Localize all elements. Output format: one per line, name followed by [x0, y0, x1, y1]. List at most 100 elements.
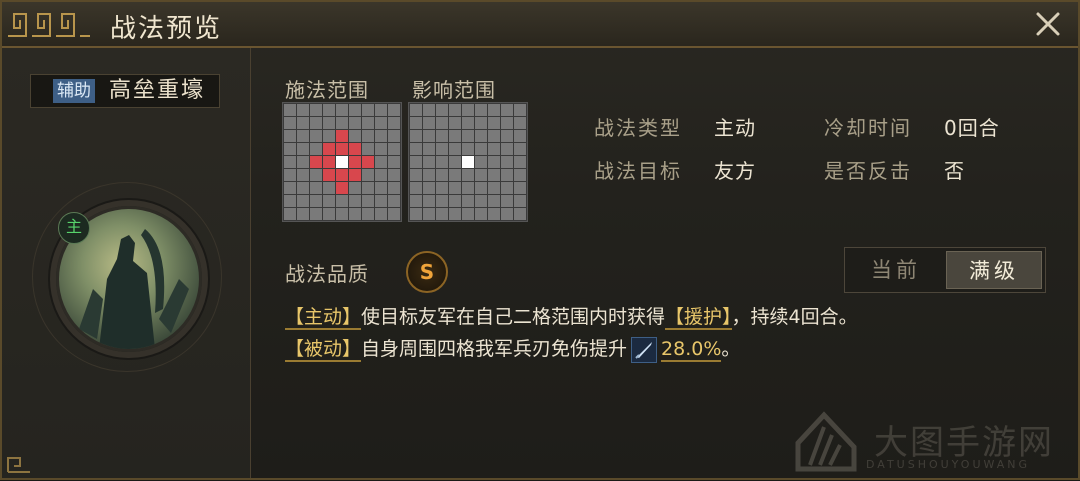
grid-cell: [488, 195, 500, 207]
cast-range-label: 施法范围: [285, 78, 369, 102]
grid-cell: [297, 117, 309, 129]
grid-cell: [488, 117, 500, 129]
grid-cell: [284, 169, 296, 181]
grid-cell: [388, 117, 400, 129]
grid-cell: [375, 117, 387, 129]
grid-cell: [410, 104, 422, 116]
grid-cell: [362, 130, 374, 142]
grid-cell: [410, 130, 422, 142]
grid-cell: [436, 130, 448, 142]
grid-cell: [501, 156, 513, 168]
grid-range-cell: [310, 156, 322, 168]
grid-range-cell: [336, 169, 348, 181]
skill-name: 高垒重壕: [109, 78, 206, 103]
grid-cell: [501, 182, 513, 194]
active-tag: 【主动】: [285, 306, 362, 330]
grid-cell: [410, 156, 422, 168]
grid-cell: [501, 143, 513, 155]
grid-range-cell: [323, 143, 335, 155]
grid-cell: [462, 195, 474, 207]
grid-cell: [323, 208, 335, 220]
grid-cell: [501, 130, 513, 142]
grid-cell: [475, 208, 487, 220]
grid-range-cell: [336, 130, 348, 142]
grid-cell: [436, 143, 448, 155]
grid-cell: [349, 182, 361, 194]
grid-cell: [462, 104, 474, 116]
quality-label: 战法品质: [285, 262, 369, 286]
grid-range-cell: [349, 169, 361, 181]
grid-cell: [310, 143, 322, 155]
counter-value: 否: [944, 159, 965, 183]
grid-cell: [475, 195, 487, 207]
type-value: 主动: [714, 116, 756, 140]
grid-cell: [388, 182, 400, 194]
grid-cell: [323, 130, 335, 142]
level-toggle: 当前 满级: [844, 247, 1046, 293]
sword-icon: [631, 336, 658, 363]
grid-cell: [362, 143, 374, 155]
grid-cell: [375, 156, 387, 168]
grid-cell: [349, 208, 361, 220]
grid-cell: [323, 182, 335, 194]
grid-cell: [297, 130, 309, 142]
grid-cell: [297, 169, 309, 181]
grid-cell: [514, 130, 526, 142]
grid-cell: [388, 130, 400, 142]
grid-cell: [375, 182, 387, 194]
close-icon[interactable]: [1032, 8, 1064, 40]
grid-cell: [336, 104, 348, 116]
grid-cell: [297, 195, 309, 207]
grid-cell: [388, 208, 400, 220]
grid-cell: [423, 104, 435, 116]
title-bar: 战法预览: [2, 2, 1078, 48]
grid-cell: [514, 156, 526, 168]
buff-tag[interactable]: 【援护】: [665, 306, 732, 330]
grid-cell: [310, 117, 322, 129]
cooldown-value: 0回合: [944, 116, 1000, 140]
window-title: 战法预览: [110, 14, 223, 44]
grid-cell: [310, 169, 322, 181]
grid-cell: [375, 169, 387, 181]
grid-cell: [514, 195, 526, 207]
grid-cell: [284, 195, 296, 207]
house-logo-icon: [795, 411, 857, 472]
grid-cell: [310, 208, 322, 220]
skill-name-tag: 辅助 高垒重壕: [30, 74, 220, 108]
grid-cell: [475, 169, 487, 181]
grid-cell: [410, 182, 422, 194]
grid-cell: [388, 143, 400, 155]
grid-cell: [375, 130, 387, 142]
grid-cell: [362, 104, 374, 116]
grid-cell: [410, 169, 422, 181]
watermark: 大图手游网 DATUSHOUYOUWANG: [792, 407, 1072, 477]
grid-cell: [449, 182, 461, 194]
grid-cell: [323, 195, 335, 207]
tab-current-level[interactable]: 当前: [848, 251, 944, 289]
grid-cell: [297, 182, 309, 194]
grid-cell: [423, 208, 435, 220]
grid-cell: [310, 130, 322, 142]
target-label: 战法目标: [594, 159, 682, 183]
grid-cell: [388, 169, 400, 181]
grid-cell: [310, 104, 322, 116]
target-value: 友方: [714, 159, 756, 183]
grid-range-cell: [349, 156, 361, 168]
grid-range-cell: [323, 156, 335, 168]
grid-cell: [297, 143, 309, 155]
skill-preview-panel: 战法预览 辅助 高垒重壕 主 施法范围 影响范围 战法类型 主动 冷却时间 0回…: [0, 0, 1080, 480]
grid-cell: [410, 208, 422, 220]
grid-cell: [362, 195, 374, 207]
tab-max-level[interactable]: 满级: [946, 251, 1042, 289]
grid-cell: [501, 104, 513, 116]
grid-cell: [362, 169, 374, 181]
grid-cell: [501, 169, 513, 181]
grid-cell: [449, 195, 461, 207]
grid-cell: [423, 117, 435, 129]
grid-cell: [284, 130, 296, 142]
description-line-active: 【主动】使目标友军在自己二格范围内时获得【援护】，持续4回合。: [285, 304, 858, 330]
grid-cell: [284, 156, 296, 168]
grid-cell: [436, 208, 448, 220]
grid-cell: [410, 117, 422, 129]
grid-cell: [423, 182, 435, 194]
